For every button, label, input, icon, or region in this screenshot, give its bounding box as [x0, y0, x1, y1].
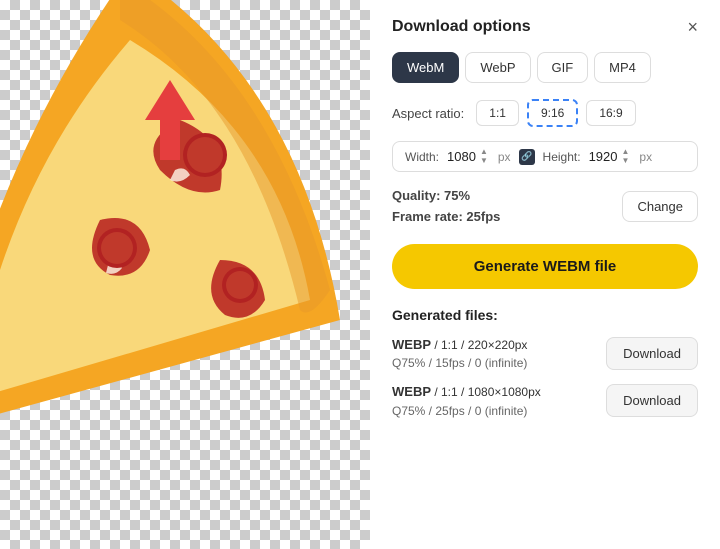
framerate-label: Frame rate:: [392, 209, 466, 224]
width-value: 1080: [447, 149, 476, 164]
pizza-image: [0, 0, 340, 549]
file-format-1: WEBP: [392, 337, 431, 352]
height-spinner[interactable]: ▲ ▼: [622, 148, 630, 165]
generated-files-title: Generated files:: [392, 307, 698, 323]
preview-panel: [0, 0, 370, 549]
tab-webm[interactable]: WebM: [392, 52, 459, 83]
ratio-btn-16-9[interactable]: 16:9: [586, 100, 635, 126]
height-up[interactable]: ▲: [622, 148, 630, 156]
file-meta-2: Q75% / 25fps / 0 (infinite): [392, 402, 541, 420]
close-button[interactable]: ×: [687, 18, 698, 36]
ratio-btn-1-1[interactable]: 1:1: [476, 100, 519, 126]
aspect-ratio-row: Aspect ratio: 1:1 9:16 16:9: [392, 99, 698, 127]
height-down[interactable]: ▼: [622, 157, 630, 165]
width-spinner[interactable]: ▲ ▼: [480, 148, 488, 165]
width-unit: px: [498, 150, 511, 164]
framerate-line: Frame rate: 25fps: [392, 207, 500, 228]
file-info-1: WEBP / 1:1 / 220×220px Q75% / 15fps / 0 …: [392, 335, 527, 373]
download-options-panel: Download options × WebM WebP GIF MP4 Asp…: [370, 0, 720, 549]
aspect-ratio-label: Aspect ratio:: [392, 106, 464, 121]
panel-title: Download options: [392, 18, 531, 36]
download-button-1[interactable]: Download: [606, 337, 698, 370]
quality-value: 75%: [444, 188, 470, 203]
file-ratio-1: / 1:1 / 220×220px: [434, 338, 527, 352]
width-up[interactable]: ▲: [480, 148, 488, 156]
link-icon: 🔗: [521, 151, 532, 162]
width-value-group: 1080 ▲ ▼: [447, 148, 488, 165]
quality-line: Quality: 75%: [392, 186, 500, 207]
panel-header: Download options ×: [392, 18, 698, 36]
height-unit: px: [639, 150, 652, 164]
lock-icon: 🔗: [519, 149, 535, 165]
download-button-2[interactable]: Download: [606, 384, 698, 417]
file-name-2: WEBP / 1:1 / 1080×1080px: [392, 382, 541, 402]
width-down[interactable]: ▼: [480, 157, 488, 165]
framerate-value: 25fps: [466, 209, 500, 224]
quality-info: Quality: 75% Frame rate: 25fps: [392, 186, 500, 228]
file-item-2: WEBP / 1:1 / 1080×1080px Q75% / 25fps / …: [392, 382, 698, 420]
width-label: Width:: [405, 150, 439, 164]
ratio-btn-9-16[interactable]: 9:16: [527, 99, 578, 127]
change-button[interactable]: Change: [622, 191, 698, 222]
tab-mp4[interactable]: MP4: [594, 52, 651, 83]
tab-gif[interactable]: GIF: [537, 52, 589, 83]
file-item-1: WEBP / 1:1 / 220×220px Q75% / 15fps / 0 …: [392, 335, 698, 373]
height-value-group: 1920 ▲ ▼: [589, 148, 630, 165]
quality-row: Quality: 75% Frame rate: 25fps Change: [392, 186, 698, 228]
file-format-2: WEBP: [392, 384, 431, 399]
generate-button[interactable]: Generate WEBM file: [392, 244, 698, 289]
tab-webp[interactable]: WebP: [465, 52, 530, 83]
file-ratio-2: / 1:1 / 1080×1080px: [434, 385, 540, 399]
file-info-2: WEBP / 1:1 / 1080×1080px Q75% / 25fps / …: [392, 382, 541, 420]
height-value: 1920: [589, 149, 618, 164]
dimensions-row: Width: 1080 ▲ ▼ px 🔗 Height: 1920 ▲ ▼ px: [392, 141, 698, 172]
file-meta-1: Q75% / 15fps / 0 (infinite): [392, 354, 527, 372]
format-tabs: WebM WebP GIF MP4: [392, 52, 698, 83]
height-label: Height:: [543, 150, 581, 164]
file-name-1: WEBP / 1:1 / 220×220px: [392, 335, 527, 355]
generated-files-section: Generated files: WEBP / 1:1 / 220×220px …: [392, 307, 698, 420]
quality-label: Quality:: [392, 188, 444, 203]
